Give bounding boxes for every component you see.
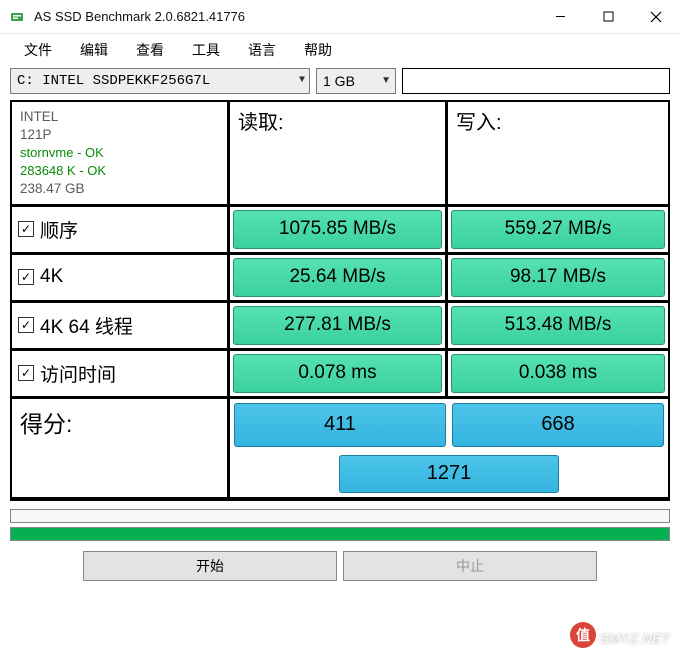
progress-area: [10, 501, 670, 541]
label-text: 4K: [40, 266, 63, 288]
window-title: AS SSD Benchmark 2.0.6821.41776: [34, 9, 536, 24]
checkbox-access[interactable]: ✓: [18, 365, 34, 381]
chevron-down-icon: ▼: [299, 69, 305, 93]
maximize-button[interactable]: [584, 0, 632, 33]
score-read: 411: [234, 403, 446, 447]
drive-firmware: 121P: [20, 126, 219, 144]
info-field: [402, 68, 670, 94]
checkbox-seq[interactable]: ✓: [18, 221, 34, 237]
row-4k64: ✓ 4K 64 线程 277.81 MB/s 513.48 MB/s: [12, 303, 668, 351]
progress-bar-overall: [10, 527, 670, 541]
window-controls: [536, 0, 680, 33]
drive-select-value: C: INTEL SSDPEKKF256G7L: [17, 69, 210, 93]
size-select[interactable]: 1 GB ▼: [316, 68, 396, 94]
score-area: 得分: 411 668 1271: [12, 399, 668, 499]
watermark-text: SMYZ.NET: [600, 631, 670, 646]
menu-help[interactable]: 帮助: [290, 38, 346, 62]
drive-capacity: 238.47 GB: [20, 180, 219, 198]
read-header: 读取:: [230, 102, 448, 204]
minimize-button[interactable]: [536, 0, 584, 33]
seq-read-value: 1075.85 MB/s: [233, 210, 442, 249]
fourk-read-value: 25.64 MB/s: [233, 258, 442, 297]
drive-select[interactable]: C: INTEL SSDPEKKF256G7L ▼: [10, 68, 310, 94]
menu-tools[interactable]: 工具: [178, 38, 234, 62]
seq-write-value: 559.27 MB/s: [451, 210, 665, 249]
size-select-value: 1 GB: [323, 69, 355, 93]
row-label-access: ✓ 访问时间: [12, 351, 230, 396]
alignment-status: 283648 K - OK: [20, 162, 219, 180]
row-4k: ✓ 4K 25.64 MB/s 98.17 MB/s: [12, 255, 668, 303]
close-button[interactable]: [632, 0, 680, 33]
row-label-4k64: ✓ 4K 64 线程: [12, 303, 230, 348]
write-header: 写入:: [448, 102, 668, 204]
menu-file[interactable]: 文件: [10, 38, 66, 62]
label-text: 访问时间: [40, 360, 116, 387]
fourk-write-value: 98.17 MB/s: [451, 258, 665, 297]
progress-bar-task: [10, 509, 670, 523]
stop-button: 中止: [343, 551, 597, 581]
chevron-down-icon: ▼: [381, 69, 391, 93]
row-seq: ✓ 顺序 1075.85 MB/s 559.27 MB/s: [12, 207, 668, 255]
title-bar: AS SSD Benchmark 2.0.6821.41776: [0, 0, 680, 34]
menu-bar: 文件 编辑 查看 工具 语言 帮助: [0, 34, 680, 68]
header-row: INTEL 121P stornvme - OK 283648 K - OK 2…: [12, 102, 668, 207]
result-grid: INTEL 121P stornvme - OK 283648 K - OK 2…: [10, 100, 670, 501]
label-text: 顺序: [40, 216, 78, 243]
menu-view[interactable]: 查看: [122, 38, 178, 62]
menu-edit[interactable]: 编辑: [66, 38, 122, 62]
menu-language[interactable]: 语言: [234, 38, 290, 62]
row-access: ✓ 访问时间 0.078 ms 0.038 ms: [12, 351, 668, 399]
start-button[interactable]: 开始: [83, 551, 337, 581]
app-icon: [8, 8, 26, 26]
row-label-4k: ✓ 4K: [12, 255, 230, 300]
acc-write-value: 0.038 ms: [451, 354, 665, 393]
button-row: 开始 中止: [0, 545, 680, 581]
drive-info: INTEL 121P stornvme - OK 283648 K - OK 2…: [12, 102, 230, 204]
label-text: 4K 64 线程: [40, 312, 133, 339]
fk64-write-value: 513.48 MB/s: [451, 306, 665, 345]
watermark-badge: 值: [570, 622, 596, 648]
driver-status: stornvme - OK: [20, 144, 219, 162]
checkbox-4k[interactable]: ✓: [18, 269, 34, 285]
score-total: 1271: [339, 455, 559, 493]
row-label-seq: ✓ 顺序: [12, 207, 230, 252]
score-label: 得分:: [12, 399, 230, 451]
acc-read-value: 0.078 ms: [233, 354, 442, 393]
selector-row: C: INTEL SSDPEKKF256G7L ▼ 1 GB ▼: [0, 68, 680, 98]
score-write: 668: [452, 403, 664, 447]
drive-model: INTEL: [20, 108, 219, 126]
checkbox-4k64[interactable]: ✓: [18, 317, 34, 333]
fk64-read-value: 277.81 MB/s: [233, 306, 442, 345]
